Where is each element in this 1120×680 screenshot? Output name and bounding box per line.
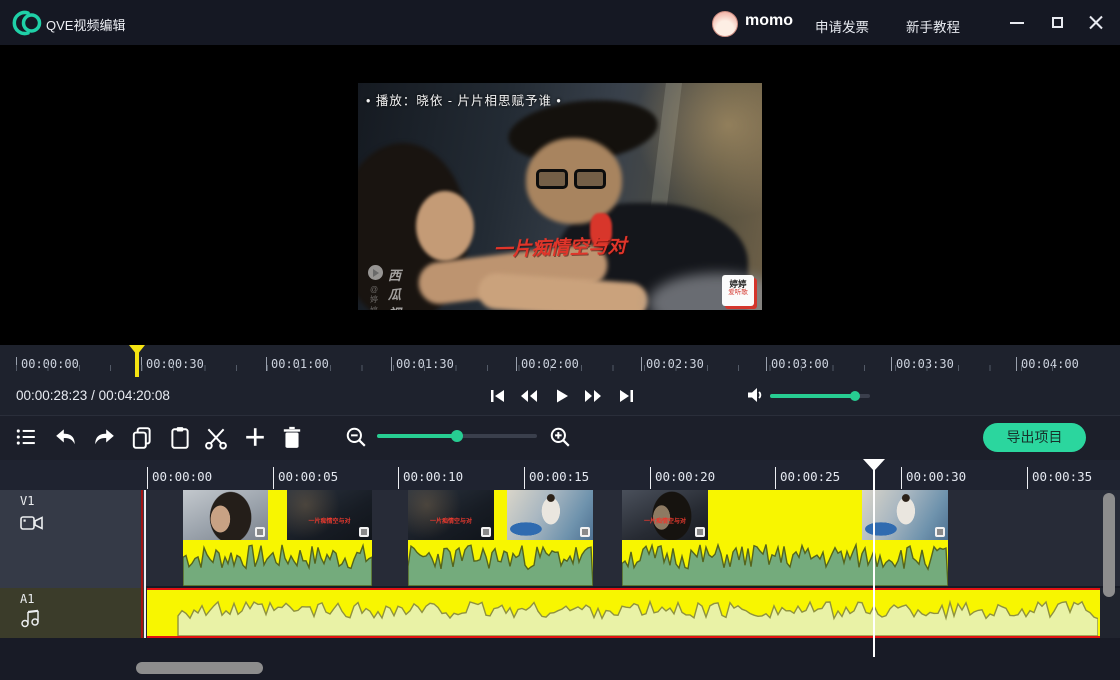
track-label-v1: V1: [20, 494, 34, 508]
menu-tutorial[interactable]: 新手教程: [906, 16, 960, 36]
video-camera-icon: [20, 514, 44, 537]
watermark-icon: [368, 265, 383, 280]
timecode-display: 00:00:28:23 / 00:04:20:08: [16, 388, 170, 403]
thumbnail-subtitle: 一片痴情空与对: [287, 516, 372, 525]
video-clip[interactable]: 一片痴情空与对: [183, 490, 372, 586]
app-title: QVE视频编辑: [46, 15, 125, 34]
user-avatar[interactable]: [712, 11, 738, 37]
rewind-icon[interactable]: [516, 384, 542, 408]
timeline-tick-label: 00:00:30: [901, 467, 966, 489]
track-area-boundary: [144, 490, 146, 638]
track-label-a1: A1: [20, 592, 34, 606]
minimize-icon[interactable]: [1010, 22, 1024, 24]
current-time: 00:00:28:23: [16, 388, 87, 403]
thumbnail-badge-icon: [481, 527, 491, 537]
clip-thumbnail: 一片痴情空与对: [408, 490, 494, 540]
copy-icon[interactable]: [130, 425, 154, 449]
timeline-zoom-slider[interactable]: [377, 434, 537, 438]
app-window: QVE视频编辑 momo 申请发票 新手教程 • 播放：晓依 - 片片相思赋予谁…: [0, 0, 1120, 680]
clip-thumbnail: [507, 490, 593, 540]
time-divider: /: [91, 388, 95, 403]
volume-slider-knob[interactable]: [850, 391, 860, 401]
thumbnail-badge-icon: [255, 527, 265, 537]
music-note-icon: [20, 608, 42, 633]
redo-icon[interactable]: [92, 425, 116, 449]
timeline-playhead-line[interactable]: [873, 462, 875, 657]
seek-minor-ticks: [16, 365, 1066, 371]
zoom-out-icon[interactable]: [344, 425, 368, 449]
clip-thumbnail: 一片痴情空与对: [622, 490, 708, 540]
seek-ruler[interactable]: 00:00:00 00:00:30 00:01:00 00:01:30 00:0…: [0, 345, 1120, 378]
track-area: V1 A1: [0, 490, 1120, 680]
clip-thumbnail: 一片痴情空与对: [287, 490, 372, 540]
timeline-zoom-knob[interactable]: [451, 430, 463, 442]
skip-end-icon[interactable]: [613, 384, 639, 408]
thumbnail-badge-icon: [359, 527, 369, 537]
scene-glasses-left: [536, 169, 568, 189]
preview-area: • 播放：晓依 - 片片相思赋予谁 • 一片痴情空与对 西瓜视频 @婷婷爱听歌 …: [0, 45, 1120, 345]
horizontal-scrollbar[interactable]: [136, 662, 263, 674]
menu-invoice[interactable]: 申请发票: [815, 16, 869, 36]
thumbnail-badge-icon: [695, 527, 705, 537]
timeline-ruler[interactable]: 00:00:00 00:00:05 00:00:10 00:00:15 00:0…: [0, 460, 1120, 490]
timeline-tick-label: 00:00:25: [775, 467, 840, 489]
audio-clip[interactable]: [147, 588, 1100, 638]
volume-icon[interactable]: [746, 386, 764, 409]
volume-slider[interactable]: [770, 394, 870, 398]
video-clip[interactable]: 一片痴情空与对: [408, 490, 593, 586]
thumbnail-subtitle: 一片痴情空与对: [408, 516, 494, 525]
seek-playhead-line[interactable]: [135, 352, 139, 377]
video-frame[interactable]: • 播放：晓依 - 片片相思赋予谁 • 一片痴情空与对 西瓜视频 @婷婷爱听歌 …: [358, 83, 762, 310]
video-clip[interactable]: 一片痴情空与对: [622, 490, 948, 586]
video-waveform: [622, 540, 948, 586]
volume-slider-fill: [770, 394, 855, 398]
scene-glasses-right: [574, 169, 606, 189]
paste-icon[interactable]: [168, 425, 192, 449]
corner-badge: 婷婷 爱听歌: [722, 275, 754, 306]
zoom-in-icon[interactable]: [548, 425, 572, 449]
timeline-tick-label: 00:00:05: [273, 467, 338, 489]
cut-icon[interactable]: [204, 425, 228, 449]
thumbnail-subtitle: 一片痴情空与对: [622, 516, 708, 525]
timeline-start-marker: [141, 490, 143, 638]
track-header-a1[interactable]: A1: [0, 588, 145, 638]
timeline-tick-label: 00:00:20: [650, 467, 715, 489]
audio-waveform: [147, 591, 1098, 636]
fast-forward-icon[interactable]: [580, 384, 606, 408]
clip-list-icon[interactable]: [14, 425, 38, 449]
video-waveform: [183, 540, 372, 586]
watermark-brand: 西瓜视频: [388, 265, 401, 310]
maximize-icon[interactable]: [1052, 17, 1063, 28]
user-name[interactable]: momo: [745, 12, 793, 30]
vertical-scrollbar[interactable]: [1103, 493, 1115, 597]
thumbnail-badge-icon: [580, 527, 590, 537]
corner-badge-sub: 爱听歌: [722, 289, 754, 297]
delete-icon[interactable]: [280, 425, 304, 449]
title-bar: QVE视频编辑 momo 申请发票 新手教程: [0, 0, 1120, 45]
play-icon[interactable]: [549, 384, 575, 408]
timeline-zoom-fill: [377, 434, 457, 438]
export-project-button[interactable]: 导出项目: [983, 423, 1086, 452]
undo-icon[interactable]: [54, 425, 78, 449]
video-waveform: [408, 540, 593, 586]
app-logo-icon: [11, 9, 43, 37]
corner-badge-name: 婷婷: [722, 280, 754, 289]
close-icon[interactable]: [1089, 15, 1103, 29]
skip-start-icon[interactable]: [485, 384, 511, 408]
timeline-tick-label: 00:00:00: [147, 467, 212, 489]
watermark-user: @婷婷爱听歌: [370, 285, 378, 310]
clip-thumbnail: [183, 490, 268, 540]
now-playing-overlay: • 播放：晓依 - 片片相思赋予谁 •: [366, 90, 562, 109]
timeline-tick-label: 00:00:35: [1027, 467, 1092, 489]
track-header-v1[interactable]: V1: [0, 490, 145, 588]
transport-bar: 00:00:28:23 / 00:04:20:08: [0, 378, 1120, 415]
timeline-tick-label: 00:00:10: [398, 467, 463, 489]
add-icon[interactable]: [243, 425, 267, 449]
total-duration: 00:04:20:08: [99, 388, 170, 403]
thumbnail-badge-icon: [935, 527, 945, 537]
timeline-tick-label: 00:00:15: [524, 467, 589, 489]
